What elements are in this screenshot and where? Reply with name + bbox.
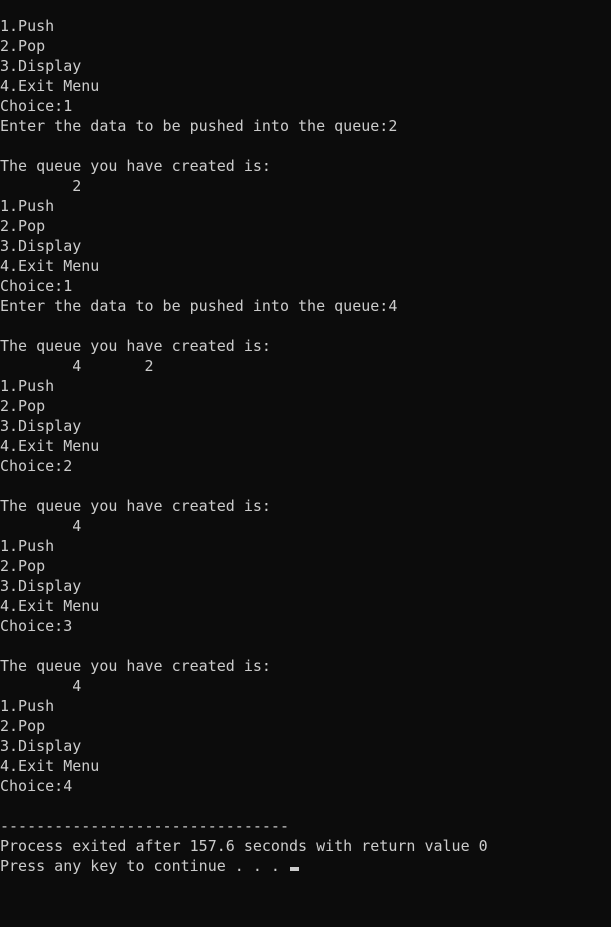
console-line: 4.Exit Menu <box>0 437 100 455</box>
console-line: Process exited after 157.6 seconds with … <box>0 837 488 855</box>
prompt-text: Press any key to continue . . . <box>0 857 289 875</box>
console-line: 4 2 <box>0 357 154 375</box>
console-line: 1.Push <box>0 197 55 215</box>
console-line: Choice:3 <box>0 617 73 635</box>
console-line: Enter the data to be pushed into the que… <box>0 297 398 315</box>
console-line: 1.Push <box>0 537 55 555</box>
console-line: 2.Pop <box>0 397 46 415</box>
console-line: Choice:1 <box>0 277 73 295</box>
console-line: Choice:2 <box>0 457 73 475</box>
console-line: Choice:4 <box>0 777 73 795</box>
console-line: 4 <box>0 517 82 535</box>
console-output[interactable]: 1.Push 2.Pop 3.Display 4.Exit Menu Choic… <box>0 16 611 876</box>
console-line: 1.Push <box>0 697 55 715</box>
console-line: 4.Exit Menu <box>0 257 100 275</box>
console-line: 3.Display <box>0 737 82 755</box>
console-line: 3.Display <box>0 577 82 595</box>
prompt-line: Press any key to continue . . . <box>0 856 611 876</box>
console-line: The queue you have created is: <box>0 497 271 515</box>
console-line: 4.Exit Menu <box>0 77 100 95</box>
console-line: Enter the data to be pushed into the que… <box>0 117 398 135</box>
console-line: 4.Exit Menu <box>0 597 100 615</box>
console-line: 2.Pop <box>0 557 46 575</box>
console-line: 2.Pop <box>0 217 46 235</box>
console-line: 3.Display <box>0 237 82 255</box>
console-line: 1.Push <box>0 377 55 395</box>
text-cursor[interactable] <box>289 867 299 871</box>
console-line: 3.Display <box>0 417 82 435</box>
console-line: 4.Exit Menu <box>0 757 100 775</box>
console-line: The queue you have created is: <box>0 157 271 175</box>
console-line: 2.Pop <box>0 717 46 735</box>
console-line: 2 <box>0 177 82 195</box>
console-line: The queue you have created is: <box>0 657 271 675</box>
console-line: The queue you have created is: <box>0 337 271 355</box>
console-line: 4 <box>0 677 82 695</box>
console-line: 1.Push <box>0 17 55 35</box>
console-line: -------------------------------- <box>0 817 289 835</box>
console-line: Choice:1 <box>0 97 73 115</box>
console-line: 3.Display <box>0 57 82 75</box>
console-line: 2.Pop <box>0 37 46 55</box>
